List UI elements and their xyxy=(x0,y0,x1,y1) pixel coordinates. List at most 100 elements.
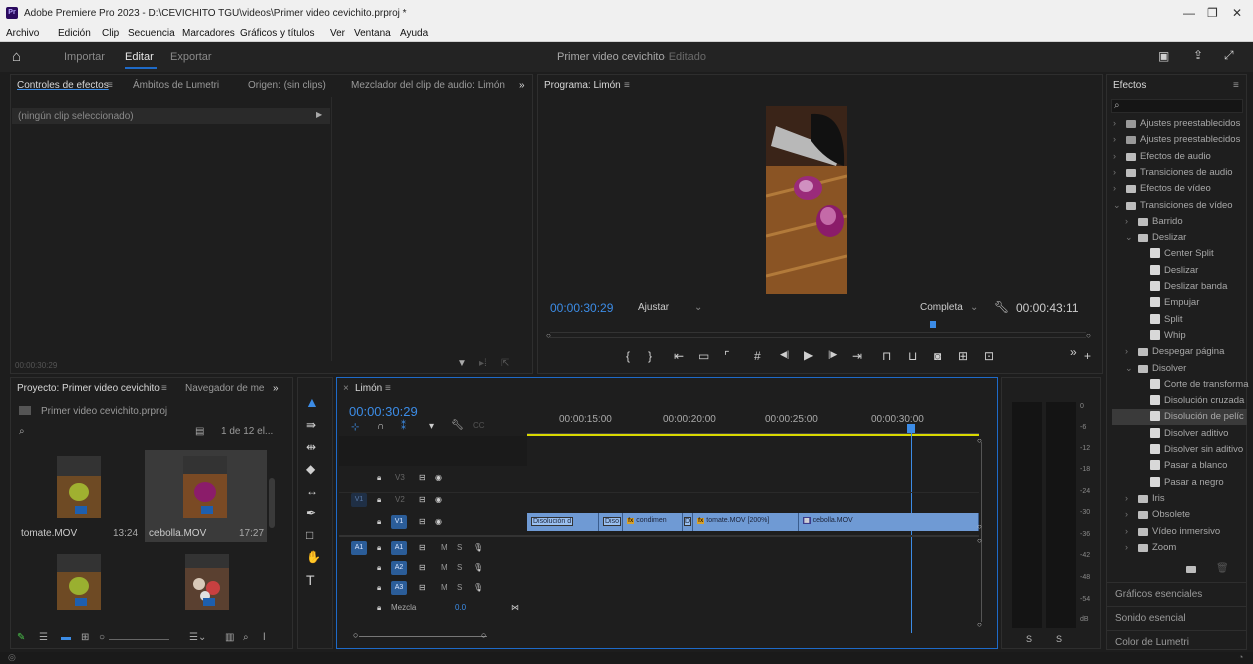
timeline-vscroll[interactable] xyxy=(981,442,982,622)
effects-item[interactable]: › Efectos de vídeo xyxy=(1112,181,1247,197)
mic-a1-icon[interactable]: 🎙︎ xyxy=(473,543,483,552)
fullscreen-icon[interactable]: ⤢ xyxy=(1224,48,1234,63)
icon-view-icon[interactable]: ▬ xyxy=(61,632,71,643)
effects-item[interactable]: Disolución de pelíc xyxy=(1112,409,1247,426)
solo-a1[interactable]: S xyxy=(457,543,462,552)
effects-item[interactable]: ⌄ Deslizar xyxy=(1112,230,1247,246)
more-tabs-icon[interactable]: » xyxy=(519,80,525,91)
program-zoom-handle-left[interactable]: ○ xyxy=(546,331,551,340)
solo-left-button[interactable]: S xyxy=(1026,634,1032,644)
effects-item[interactable]: › Ajustes preestablecidos xyxy=(1112,132,1247,148)
mute-a3[interactable]: M xyxy=(441,583,448,592)
effects-item[interactable]: ⌄ Transiciones de vídeo xyxy=(1112,198,1247,214)
zoom-slider-track[interactable] xyxy=(109,639,169,640)
lock-a2-icon[interactable]: 🔒︎ xyxy=(377,563,381,573)
new-bin-effects-icon[interactable] xyxy=(1186,566,1196,573)
chevron-right-icon[interactable]: › xyxy=(1113,167,1123,177)
home-icon[interactable]: ⌂ xyxy=(12,48,21,65)
mark-clip-icon[interactable]: ⌜ xyxy=(724,349,730,363)
effects-menu-icon[interactable]: ≡ xyxy=(1233,80,1239,91)
snap-icon[interactable]: ∩ xyxy=(377,421,384,432)
chevron-right-icon[interactable]: › xyxy=(1113,118,1123,128)
lift-icon[interactable]: ⊓ xyxy=(882,349,891,363)
minimize-button[interactable]: — xyxy=(1183,6,1195,20)
button-editor-icon[interactable]: + xyxy=(1084,349,1091,363)
fit-dropdown[interactable]: Ajustar xyxy=(638,302,669,313)
effects-item[interactable]: Empujar xyxy=(1112,295,1247,311)
menu-ver[interactable]: Ver xyxy=(330,28,345,39)
chevron-down-icon[interactable]: ⌄ xyxy=(1125,363,1135,374)
chevron-right-icon[interactable]: › xyxy=(1125,526,1135,536)
menu-marcadores[interactable]: Marcadores xyxy=(182,28,235,39)
thumbnail-4[interactable] xyxy=(185,554,229,610)
wrench-icon[interactable]: 🔧︎ xyxy=(994,300,1009,314)
sync-a3-icon[interactable]: ⊟ xyxy=(419,583,426,592)
solo-a3[interactable]: S xyxy=(457,583,462,592)
menu-ventana[interactable]: Ventana xyxy=(354,28,391,39)
pen-tool-icon[interactable]: ✒ xyxy=(306,506,316,520)
track-a3-label[interactable]: A3 xyxy=(391,581,407,595)
menu-edicion[interactable]: Edición xyxy=(58,28,91,39)
effects-item[interactable]: Deslizar banda xyxy=(1112,279,1247,295)
chevron-right-icon[interactable]: › xyxy=(1125,493,1135,503)
play-only-icon[interactable]: ▸⁞ xyxy=(479,358,487,369)
track-select-tool-icon[interactable]: ⇛ xyxy=(306,418,316,432)
tab-project[interactable]: Proyecto: Primer video cevichito xyxy=(17,383,160,394)
chevron-down-icon[interactable]: ⌄ xyxy=(1113,200,1123,211)
close-sequence-icon[interactable]: × xyxy=(343,383,349,394)
share-icon[interactable]: ⇪ xyxy=(1193,48,1203,62)
sync-a2-icon[interactable]: ⊟ xyxy=(419,563,426,572)
menu-clip[interactable]: Clip xyxy=(102,28,119,39)
program-ruler[interactable] xyxy=(550,325,1086,333)
sort-icon[interactable]: ☰⌄ xyxy=(189,632,206,643)
tab-editar[interactable]: Editar xyxy=(125,51,154,63)
find-icon[interactable]: ⌕ xyxy=(243,632,249,643)
more-project-tabs-icon[interactable]: » xyxy=(273,383,279,394)
effects-item[interactable]: Center Split xyxy=(1112,246,1247,262)
effects-item[interactable]: › Vídeo inmersivo xyxy=(1112,524,1247,540)
linked-selection-icon[interactable]: ⁑ xyxy=(401,421,406,432)
quick-export-icon[interactable]: ▣ xyxy=(1158,49,1169,63)
menu-ayuda[interactable]: Ayuda xyxy=(400,28,428,39)
mic-a3-icon[interactable]: 🎙︎ xyxy=(473,583,483,592)
tab-media-browser[interactable]: Navegador de me xyxy=(185,383,265,394)
delete-effect-icon[interactable]: 🗑︎ xyxy=(1216,563,1229,574)
effects-item[interactable]: › Obsolete xyxy=(1112,507,1247,523)
solo-right-button[interactable]: S xyxy=(1056,634,1062,644)
project-item-tomate[interactable]: tomate.MOV 13:24 xyxy=(17,450,145,542)
chevron-right-icon[interactable]: › xyxy=(1125,542,1135,552)
add-marker-icon[interactable]: # xyxy=(754,349,761,363)
track-a2-label[interactable]: A2 xyxy=(391,561,407,575)
effects-item[interactable]: Disolver aditivo xyxy=(1112,426,1247,442)
play-icon[interactable]: ▶ xyxy=(804,348,813,362)
tab-menu-icon[interactable]: ≡ xyxy=(107,80,113,91)
effects-item[interactable]: › Despegar página xyxy=(1112,344,1247,360)
effects-item[interactable]: › Ajustes preestablecidos xyxy=(1112,116,1247,132)
hscroll-handle-right[interactable]: ○ xyxy=(481,630,486,640)
effects-item[interactable]: › Barrido xyxy=(1112,214,1247,230)
chevron-right-icon[interactable]: › xyxy=(1125,509,1135,519)
tab-exportar[interactable]: Exportar xyxy=(170,51,212,63)
clip-disolucion-1[interactable]: Disolución d xyxy=(527,513,599,531)
menu-archivo[interactable]: Archivo xyxy=(6,28,39,39)
menu-graficos[interactable]: Gráficos y títulos xyxy=(240,28,314,39)
lock-v2-icon[interactable]: 🔒︎ xyxy=(377,495,381,505)
program-zoom-handle-right[interactable]: ○ xyxy=(1086,331,1091,340)
program-timecode[interactable]: 00:00:30:29 xyxy=(550,301,613,315)
filter-icon[interactable]: ▼ xyxy=(457,358,467,369)
program-menu-icon[interactable]: ≡ xyxy=(624,80,630,91)
effects-item[interactable]: › Efectos de audio xyxy=(1112,149,1247,165)
thumbnail-3[interactable] xyxy=(57,554,101,610)
tab-lumetri-scopes[interactable]: Ámbitos de Lumetri xyxy=(133,80,219,91)
timeline-settings-icon[interactable]: 🔧︎ xyxy=(451,420,464,431)
mix-value[interactable]: 0.0 xyxy=(455,603,466,612)
chevron-right-icon[interactable]: › xyxy=(1125,346,1135,356)
chevron-right-icon[interactable]: › xyxy=(1113,183,1123,193)
eye-v2-icon[interactable]: ◉ xyxy=(435,495,442,504)
tab-importar[interactable]: Importar xyxy=(64,51,105,63)
mic-a2-icon[interactable]: 🎙︎ xyxy=(473,563,483,572)
timeline-hscroll[interactable] xyxy=(359,636,487,637)
search-icon[interactable]: ⌕ xyxy=(19,426,25,437)
vscroll-handle-top[interactable]: ○ xyxy=(977,436,982,445)
project-menu-icon[interactable]: ≡ xyxy=(161,383,167,394)
